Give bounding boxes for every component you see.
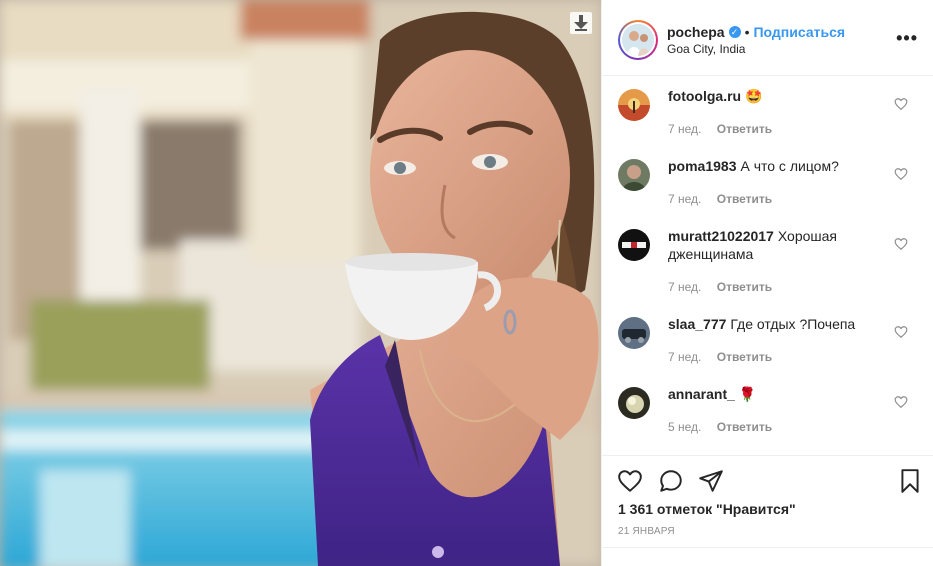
post-photo-image <box>0 0 601 566</box>
comment-meta: 7 нед. Ответить <box>668 192 772 206</box>
separator-dot: • <box>744 24 750 40</box>
comment-username[interactable]: muratt21022017 <box>668 228 774 244</box>
comment-text: slaa_777 Где отдых ?Почепа <box>668 315 890 333</box>
divider <box>602 547 933 548</box>
comment-age[interactable]: 7 нед. <box>668 122 701 136</box>
commenter-avatar[interactable] <box>618 317 650 349</box>
comment-body: А что с лицом? <box>740 158 839 174</box>
comments-list[interactable]: fotoolga.ru 🤩 7 нед. Ответить poma1983 А… <box>602 77 933 454</box>
comment-body: 🤩 <box>745 88 763 104</box>
comment-meta: 7 нед. Ответить <box>668 350 772 364</box>
comment-body: 🌹 <box>738 386 757 402</box>
comment-username[interactable]: fotoolga.ru <box>668 88 741 104</box>
comment-age[interactable]: 7 нед. <box>668 280 701 294</box>
comment-text: annarant_ 🌹 <box>668 385 890 403</box>
post-actions: 1 361 отметок "Нравится" 21 ЯНВАРЯ <box>602 455 933 566</box>
reply-button[interactable]: Ответить <box>717 280 772 294</box>
like-comment-heart-icon[interactable] <box>894 97 908 111</box>
likes-count[interactable]: 1 361 отметок "Нравится" <box>618 501 796 517</box>
like-comment-heart-icon[interactable] <box>894 395 908 409</box>
comment-text: muratt21022017 Хорошая дженщинама <box>668 227 890 263</box>
reply-button[interactable]: Ответить <box>717 192 772 206</box>
reply-button[interactable]: Ответить <box>717 420 772 434</box>
comment-meta: 7 нед. Ответить <box>668 122 772 136</box>
commenter-avatar[interactable] <box>618 229 650 261</box>
comment-body: Где отдых ?Почепа <box>730 316 856 332</box>
like-comment-heart-icon[interactable] <box>894 237 908 251</box>
comment-meta: 5 нед. Ответить <box>668 420 772 434</box>
post-side-panel: pochepa ✓ • Подписаться Goa City, India … <box>601 0 933 566</box>
commenter-avatar[interactable] <box>618 387 650 419</box>
bookmark-icon[interactable] <box>897 468 923 494</box>
instagram-post-window: pochepa ✓ • Подписаться Goa City, India … <box>0 0 933 566</box>
comment-text: fotoolga.ru 🤩 <box>668 87 890 105</box>
reply-button[interactable]: Ответить <box>717 122 772 136</box>
comment-meta: 7 нед. Ответить <box>668 280 772 294</box>
commenter-avatar[interactable] <box>618 89 650 121</box>
like-comment-heart-icon[interactable] <box>894 325 908 339</box>
comment-age[interactable]: 7 нед. <box>668 350 701 364</box>
more-options-icon[interactable]: ••• <box>896 29 918 47</box>
like-comment-heart-icon[interactable] <box>894 167 908 181</box>
comment-username[interactable]: annarant_ <box>668 386 735 402</box>
comment-text: poma1983 А что с лицом? <box>668 157 890 175</box>
comment-username[interactable]: slaa_777 <box>668 316 726 332</box>
reply-button[interactable]: Ответить <box>717 350 772 364</box>
comment-age[interactable]: 7 нед. <box>668 192 701 206</box>
post-photo[interactable] <box>0 0 601 566</box>
post-date[interactable]: 21 ЯНВАРЯ <box>618 526 675 537</box>
download-arrow-icon[interactable] <box>570 12 592 34</box>
author-username[interactable]: pochepa <box>667 24 725 40</box>
heart-icon[interactable] <box>617 468 643 494</box>
post-location[interactable]: Goa City, India <box>667 42 745 56</box>
commenter-avatar[interactable] <box>618 159 650 191</box>
comment-username[interactable]: poma1983 <box>668 158 736 174</box>
verified-badge-icon: ✓ <box>728 26 741 38</box>
share-icon[interactable] <box>698 468 724 494</box>
comment-age[interactable]: 5 нед. <box>668 420 701 434</box>
comment-icon[interactable] <box>658 468 684 494</box>
author-avatar[interactable] <box>618 20 658 60</box>
follow-button[interactable]: Подписаться <box>753 24 845 40</box>
post-header: pochepa ✓ • Подписаться Goa City, India … <box>602 0 933 76</box>
